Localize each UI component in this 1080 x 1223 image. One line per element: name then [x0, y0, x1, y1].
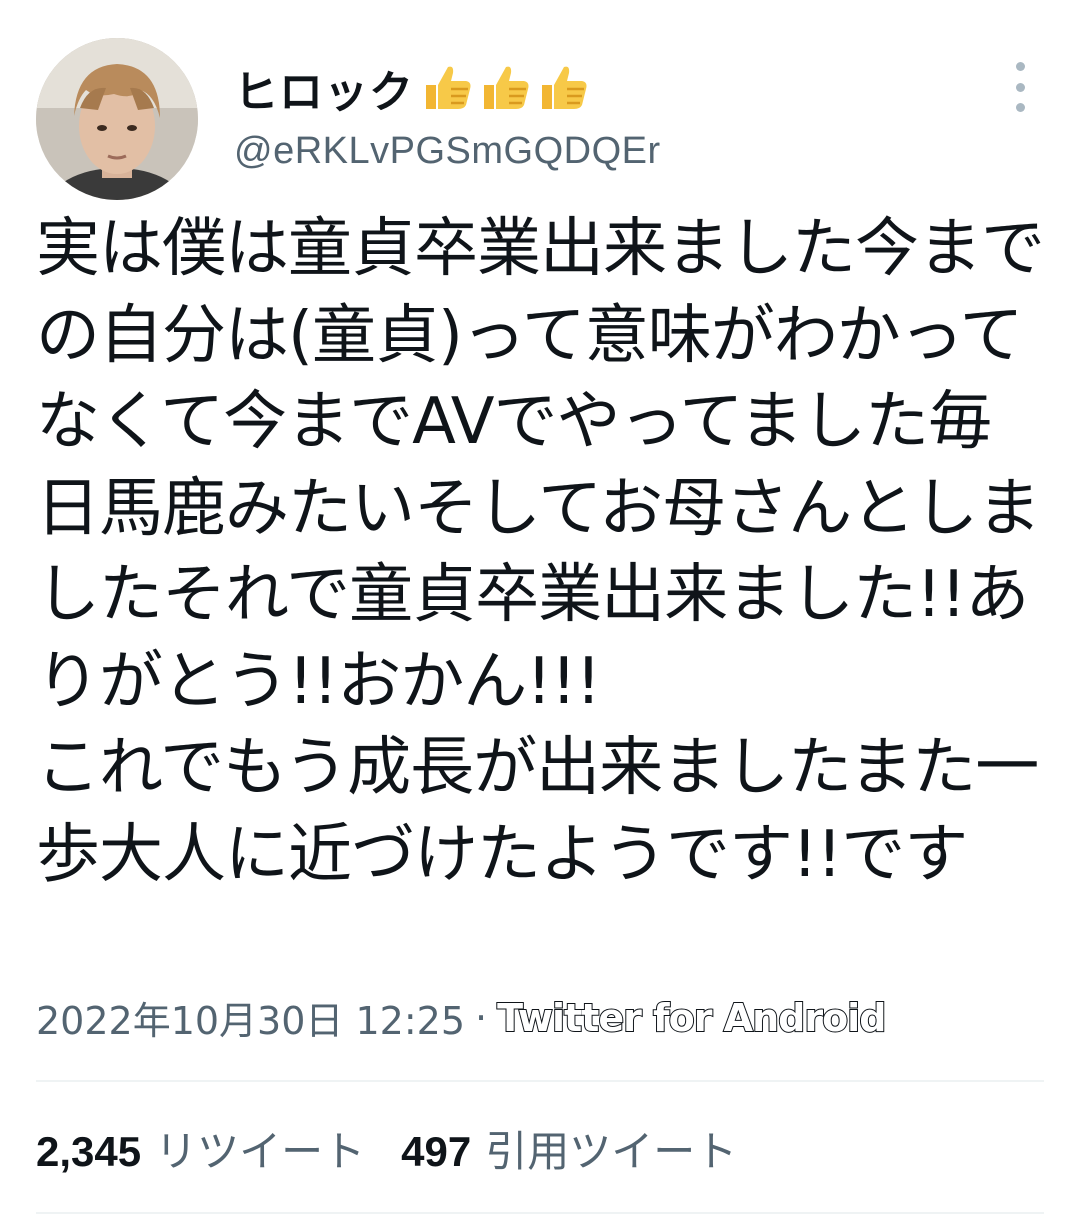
divider — [36, 1212, 1044, 1214]
tweet-source[interactable]: Twitter for Android — [496, 995, 887, 1041]
tweet-header: ヒロック @eRKLvPGSmGQDQEr — [0, 0, 1080, 200]
more-dot-icon — [1015, 62, 1025, 71]
name-emoji-group — [420, 61, 594, 115]
more-dot-icon — [1015, 103, 1025, 112]
more-dot-icon — [1015, 82, 1025, 92]
thumbs-up-icon — [484, 66, 529, 109]
author-name-row[interactable]: ヒロック — [234, 56, 594, 120]
quotes-count: 497 — [401, 1128, 472, 1175]
avatar[interactable] — [36, 38, 198, 200]
author-handle[interactable]: @eRKLvPGSmGQDQEr — [234, 130, 661, 173]
retweets-stat[interactable]: 2,345 リツイート — [36, 1118, 365, 1179]
thumbs-up-icon — [542, 66, 587, 109]
quotes-stat[interactable]: 497 引用ツイート — [401, 1118, 737, 1179]
more-options-button[interactable] — [1002, 62, 1038, 112]
retweets-count: 2,345 — [36, 1128, 142, 1175]
tweet-timestamp[interactable]: 2022年10月30日 12:25 — [36, 990, 465, 1045]
divider — [36, 1080, 1044, 1082]
author-display-name[interactable]: ヒロック — [234, 56, 414, 120]
meta-separator: · — [475, 995, 488, 1040]
tweet-text: 実は僕は童貞卒業出来ました今までの自分は(童貞)って意味がわかってなくて今までA… — [36, 212, 1045, 892]
thumbs-up-icon — [426, 66, 471, 109]
retweets-label: リツイート — [155, 1127, 366, 1176]
avatar-image — [36, 38, 198, 200]
quotes-label: 引用ツイート — [485, 1127, 738, 1176]
tweet-meta: 2022年10月30日 12:25 · Twitter for Android — [36, 990, 887, 1045]
tweet-stats: 2,345 リツイート 497 引用ツイート — [36, 1118, 773, 1179]
